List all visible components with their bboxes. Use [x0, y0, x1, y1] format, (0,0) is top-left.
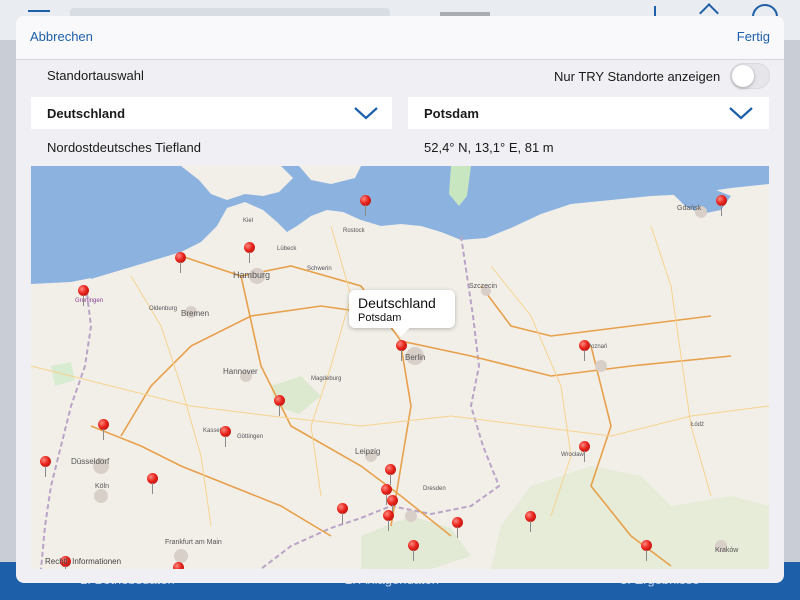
pin-stem	[365, 205, 366, 216]
map-label-goettingen: Göttingen	[237, 434, 263, 440]
country-select[interactable]: Deutschland	[31, 97, 392, 129]
map-label-berlin: Berlin	[405, 353, 425, 362]
pin-stem	[342, 513, 343, 524]
pin-stem	[584, 451, 585, 462]
pin-stem	[401, 350, 402, 361]
location-pin[interactable]	[147, 473, 159, 495]
map-label-kassel: Kassel	[203, 428, 221, 434]
pin-stem	[65, 566, 66, 569]
toggle-knob	[732, 65, 754, 87]
location-pin[interactable]	[98, 419, 110, 441]
map-label-gdansk: Gdańsk	[677, 205, 702, 212]
location-pin[interactable]	[383, 510, 395, 532]
location-pin-selected[interactable]	[396, 340, 408, 362]
location-pin[interactable]	[274, 395, 286, 417]
location-picker-sheet: Abbrechen Fertig Standortauswahl Nur TRY…	[16, 16, 784, 583]
map-label-leipzig: Leipzig	[355, 447, 380, 456]
location-pin[interactable]	[173, 562, 185, 569]
location-pin[interactable]	[641, 540, 653, 562]
legal-info-link[interactable]: Rechtl. Informationen	[45, 557, 121, 566]
map-label-koeln: Köln	[95, 483, 109, 490]
map-callout[interactable]: Deutschland Potsdam	[349, 290, 455, 328]
map-view[interactable]: Hamburg Bremen Berlin Hannover Leipzig D…	[31, 166, 769, 569]
pin-stem	[413, 550, 414, 561]
map-label-krakow: Kraków	[715, 547, 739, 554]
location-pin[interactable]	[40, 456, 52, 478]
region-label: Nordostdeutsches Tiefland	[47, 140, 201, 155]
city-select[interactable]: Potsdam	[408, 97, 769, 129]
country-value: Deutschland	[47, 106, 126, 121]
location-pin[interactable]	[360, 195, 372, 217]
city-value: Potsdam	[424, 106, 479, 121]
try-toggle[interactable]	[730, 63, 770, 89]
callout-subtitle: Potsdam	[358, 312, 402, 324]
pin-stem	[584, 350, 585, 361]
map-label-magdeburg: Magdeburg	[311, 376, 341, 382]
chevron-down-icon	[354, 107, 378, 120]
chevron-down-icon	[729, 107, 753, 120]
map-label-hamburg: Hamburg	[233, 270, 270, 280]
pin-stem	[225, 436, 226, 447]
map-label-rostock: Rostock	[343, 228, 366, 234]
pin-stem	[721, 205, 722, 216]
pin-stem	[249, 252, 250, 263]
section-label: Standortauswahl	[47, 68, 144, 83]
location-pin[interactable]	[78, 285, 90, 307]
pin-stem	[646, 550, 647, 561]
pin-stem	[388, 520, 389, 531]
map-label-oldenburg: Oldenburg	[149, 306, 177, 312]
cancel-button[interactable]: Abbrechen	[30, 29, 93, 44]
location-pin[interactable]	[579, 340, 591, 362]
pin-stem	[152, 483, 153, 494]
pin-stem	[180, 262, 181, 273]
location-pin[interactable]	[175, 252, 187, 274]
done-button[interactable]: Fertig	[737, 29, 770, 44]
pin-stem	[530, 521, 531, 532]
location-pin[interactable]	[220, 426, 232, 448]
map-label-lodz: Łódź	[691, 422, 704, 428]
location-pin[interactable]	[716, 195, 728, 217]
sheet-navbar: Abbrechen Fertig	[16, 16, 784, 60]
pin-stem	[457, 527, 458, 538]
coordinates-label: 52,4° N, 13,1° E, 81 m	[424, 140, 554, 155]
map-label-hannover: Hannover	[223, 367, 258, 376]
map-label-schwerin: Schwerin	[307, 266, 332, 272]
map-label-frankfurt: Frankfurt am Main	[165, 539, 222, 546]
pin-stem	[103, 429, 104, 440]
location-pin[interactable]	[525, 511, 537, 533]
pin-stem	[279, 405, 280, 416]
map-label-szczecin: Szczecin	[469, 283, 497, 290]
location-pin[interactable]	[337, 503, 349, 525]
pin-head	[173, 562, 184, 569]
location-pin[interactable]	[244, 242, 256, 264]
callout-title: Deutschland	[358, 295, 436, 311]
map-label-duesseldorf: Düsseldorf	[71, 457, 110, 466]
pin-stem	[45, 466, 46, 477]
pin-stem	[83, 295, 84, 306]
location-pin[interactable]	[385, 464, 397, 486]
map-label-dresden: Dresden	[423, 486, 446, 492]
map-label-luebeck: Lübeck	[277, 246, 297, 252]
map-label-kiel: Kiel	[243, 218, 253, 224]
location-pin[interactable]	[408, 540, 420, 562]
map-tiles: Hamburg Bremen Berlin Hannover Leipzig D…	[31, 166, 769, 569]
location-pin[interactable]	[579, 441, 591, 463]
location-pin[interactable]	[452, 517, 464, 539]
map-label-bremen: Bremen	[181, 309, 209, 318]
try-toggle-label: Nur TRY Standorte anzeigen	[554, 69, 721, 84]
